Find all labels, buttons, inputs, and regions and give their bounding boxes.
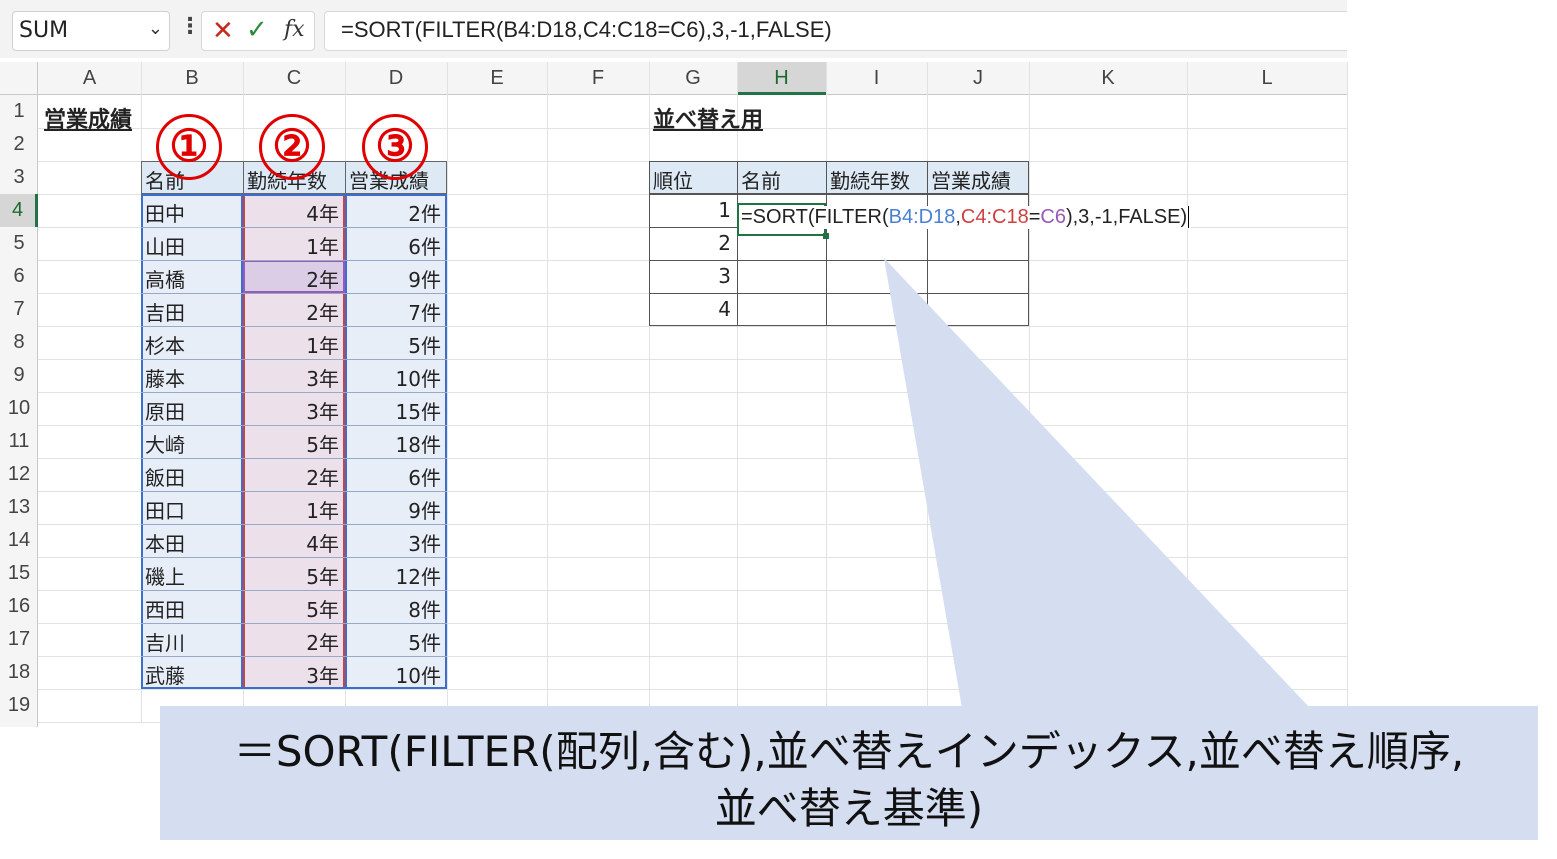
callout-line-1: ＝SORT(FILTER(配列,含む),並べ替えインデックス,並べ替え順序, [233, 727, 1465, 776]
callout-line-2: 並べ替え基準) [714, 784, 984, 833]
